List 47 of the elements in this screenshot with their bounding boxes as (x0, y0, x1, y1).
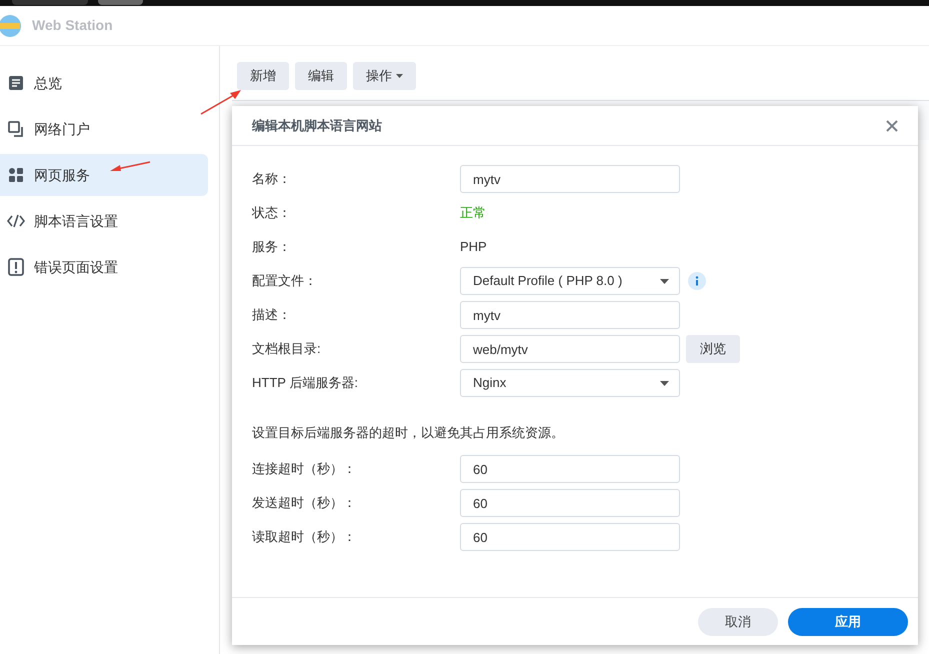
input-field[interactable]: web/mytv (460, 335, 680, 363)
input-field[interactable]: 60 (460, 489, 680, 517)
field-label: 读取超时（秒）： (252, 528, 357, 546)
annotation-arrow (200, 89, 242, 115)
caret-icon (660, 380, 669, 386)
info-icon[interactable] (688, 272, 706, 290)
field-value: PHP (460, 238, 487, 256)
field-label: HTTP 后端服务器: (252, 374, 359, 392)
field-label: 名称： (252, 170, 292, 188)
code-icon (7, 212, 25, 230)
field-label: 配置文件： (252, 272, 318, 290)
field-label: 连接超时（秒）： (252, 460, 357, 478)
list-icon (7, 74, 25, 92)
sidebar-item[interactable]: 错误页面设置 (0, 246, 208, 288)
toolbar-button[interactable]: 编辑 (295, 62, 347, 90)
sidebar-item[interactable]: 网页服务 (0, 154, 208, 196)
hint-text: 设置目标后端服务器的超时，以避免其占用系统资源。 (252, 424, 564, 442)
input-field[interactable]: 60 (460, 455, 680, 483)
alert-icon (7, 258, 25, 276)
sidebar-item[interactable]: 脚本语言设置 (0, 200, 208, 242)
toolbar-button[interactable]: 操作 (353, 62, 416, 90)
dropdown-field[interactable]: Default Profile ( PHP 8.0 ) (460, 267, 680, 295)
field-label: 描述： (252, 306, 292, 324)
field-label: 文档根目录: (252, 340, 322, 358)
caret-icon (660, 278, 669, 284)
caret-icon (396, 74, 403, 78)
field-label: 发送超时（秒）： (252, 494, 357, 512)
cancel-button[interactable]: 取消 (698, 608, 778, 636)
dialog-title: 编辑本机脚本语言网站 (252, 116, 382, 135)
sidebar-item[interactable]: 总览 (0, 62, 208, 104)
input-field[interactable]: 60 (460, 523, 680, 551)
squares-icon (7, 120, 25, 138)
grid-icon (7, 166, 25, 184)
close-icon[interactable] (886, 120, 898, 132)
field-label: 状态： (252, 204, 292, 222)
browse-button[interactable]: 浏览 (686, 335, 740, 363)
input-field[interactable]: mytv (460, 165, 680, 193)
app-title: Web Station (32, 16, 113, 35)
field-value: 正常 (460, 204, 486, 222)
app-logo-icon (0, 14, 22, 38)
annotation-arrow (109, 161, 151, 173)
dropdown-field[interactable]: Nginx (460, 369, 680, 397)
input-field[interactable]: mytv (460, 301, 680, 329)
toolbar-button[interactable]: 新增 (237, 62, 289, 90)
sidebar-item[interactable]: 网络门户 (0, 108, 208, 150)
apply-button[interactable]: 应用 (788, 608, 908, 636)
field-label: 服务： (252, 238, 292, 256)
